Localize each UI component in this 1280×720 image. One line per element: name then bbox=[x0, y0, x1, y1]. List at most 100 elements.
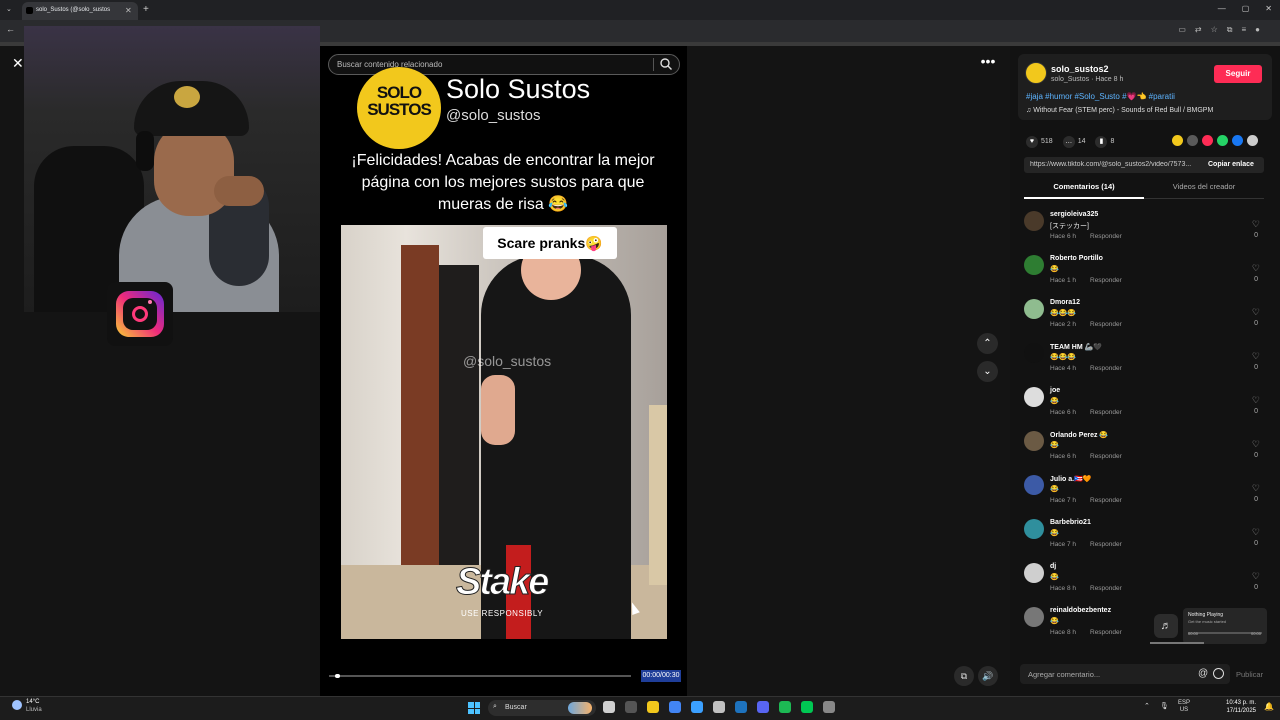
comment-avatar[interactable] bbox=[1024, 299, 1044, 319]
window-close-button[interactable]: ✕ bbox=[1265, 4, 1272, 13]
search-icon[interactable] bbox=[659, 57, 673, 71]
taskbar-app-icon[interactable] bbox=[735, 701, 747, 713]
comment-avatar[interactable] bbox=[1024, 563, 1044, 583]
tab-close-icon[interactable]: ✕ bbox=[125, 6, 132, 15]
comment-avatar[interactable] bbox=[1024, 387, 1044, 407]
taskbar-app-icon[interactable] bbox=[823, 701, 835, 713]
more-options-button[interactable]: ••• bbox=[976, 53, 1000, 73]
comment-like-icon[interactable]: ♡ bbox=[1252, 219, 1260, 230]
media-control-icon[interactable]: ≡ bbox=[1241, 25, 1246, 35]
comment-avatar[interactable] bbox=[1024, 255, 1044, 275]
video-frame[interactable]: Scare pranks🤪 @solo_sustos Stake USE RES… bbox=[341, 225, 667, 639]
taskbar-app-icon[interactable] bbox=[647, 701, 659, 713]
video-progress-knob[interactable] bbox=[335, 674, 341, 678]
like-stat[interactable]: ♥ 518 bbox=[1026, 136, 1053, 148]
comment-avatar[interactable] bbox=[1024, 519, 1044, 539]
notification-icon[interactable]: 🔔 bbox=[1264, 702, 1274, 711]
publish-button[interactable]: Publicar bbox=[1236, 670, 1263, 679]
author-name[interactable]: solo_sustos2 bbox=[1051, 64, 1109, 74]
music-note-icon[interactable]: ♬ bbox=[1154, 614, 1178, 638]
share-option-icon[interactable] bbox=[1202, 135, 1213, 146]
share-option-icon[interactable] bbox=[1232, 135, 1243, 146]
reply-button[interactable]: Responder bbox=[1090, 585, 1122, 592]
reply-button[interactable]: Responder bbox=[1090, 365, 1122, 372]
video-link[interactable]: https://www.tiktok.com/@solo_sustos2/vid… bbox=[1030, 161, 1200, 168]
emoji-icon[interactable] bbox=[1213, 668, 1224, 679]
comment-author[interactable]: Dmora12 bbox=[1050, 299, 1080, 306]
comment-stat[interactable]: … 14 bbox=[1062, 136, 1085, 148]
taskbar-app-icon[interactable] bbox=[713, 701, 725, 713]
picture-in-picture-button[interactable]: ⧉ bbox=[954, 666, 974, 686]
language-indicator[interactable]: ESP US bbox=[1178, 700, 1190, 714]
share-option-icon[interactable] bbox=[1187, 135, 1198, 146]
comment-author[interactable]: TEAM HM 🦾🖤 bbox=[1050, 343, 1102, 351]
comment-avatar[interactable] bbox=[1024, 475, 1044, 495]
close-viewer-button[interactable]: ✕ bbox=[12, 55, 24, 72]
comment-author[interactable]: Orlando Perez 😂 bbox=[1050, 431, 1108, 439]
minimize-button[interactable]: — bbox=[1218, 4, 1226, 13]
comment-author[interactable]: Roberto Portillo bbox=[1050, 255, 1103, 262]
share-option-icon[interactable] bbox=[1217, 135, 1228, 146]
comment-like-icon[interactable]: ♡ bbox=[1252, 439, 1260, 450]
comment-avatar[interactable] bbox=[1024, 343, 1044, 363]
tab-comments[interactable]: Comentarios (14) bbox=[1024, 182, 1144, 199]
reply-button[interactable]: Responder bbox=[1090, 541, 1122, 548]
maximize-button[interactable]: ▢ bbox=[1242, 4, 1250, 13]
comment-like-icon[interactable]: ♡ bbox=[1252, 395, 1260, 406]
reply-button[interactable]: Responder bbox=[1090, 233, 1122, 240]
browser-tab[interactable]: solo_Sustos (@solo_sustos bbox=[22, 2, 138, 20]
comment-author[interactable]: Julio a.🇵🇷🧡 bbox=[1050, 475, 1092, 483]
comment-like-icon[interactable]: ♡ bbox=[1252, 263, 1260, 274]
comment-like-icon[interactable]: ♡ bbox=[1252, 351, 1260, 362]
share-option-icon[interactable] bbox=[1172, 135, 1183, 146]
taskbar-app-icon[interactable] bbox=[669, 701, 681, 713]
next-video-button[interactable]: ⌄ bbox=[977, 361, 998, 382]
comment-like-icon[interactable]: ♡ bbox=[1252, 483, 1260, 494]
reply-button[interactable]: Responder bbox=[1090, 321, 1122, 328]
extensions-icon[interactable]: ⧉ bbox=[1227, 25, 1233, 35]
tray-chevron-icon[interactable]: ⌃ bbox=[1144, 702, 1150, 710]
taskbar-app-icon[interactable] bbox=[691, 701, 703, 713]
previous-video-button[interactable]: ⌃ bbox=[977, 333, 998, 354]
comment-author[interactable]: sergioleiva325 bbox=[1050, 211, 1098, 218]
volume-button[interactable]: 🔊 bbox=[978, 666, 998, 686]
clock[interactable]: 10:43 p. m. 17/11/2025 bbox=[1226, 699, 1256, 715]
comment-author[interactable]: dj bbox=[1050, 563, 1056, 570]
back-icon[interactable]: ← bbox=[6, 24, 15, 34]
taskbar-app-icon[interactable] bbox=[779, 701, 791, 713]
tab-search-icon[interactable]: ⌄ bbox=[6, 5, 12, 13]
post-hashtags[interactable]: #jaja #humor #Solo_Susto #💗👈 #paratii bbox=[1026, 92, 1175, 101]
copy-link-button[interactable]: Copiar enlace bbox=[1208, 161, 1254, 168]
comment-avatar[interactable] bbox=[1024, 607, 1044, 627]
comment-author[interactable]: Barbebrio21 bbox=[1050, 519, 1091, 526]
post-music[interactable]: ♫ Without Fear (STEM perc) - Sounds of R… bbox=[1026, 107, 1213, 114]
reply-button[interactable]: Responder bbox=[1090, 409, 1122, 416]
reply-button[interactable]: Responder bbox=[1090, 497, 1122, 504]
follow-button[interactable]: Seguir bbox=[1214, 65, 1262, 83]
comment-like-icon[interactable]: ♡ bbox=[1252, 571, 1260, 582]
weather-icon[interactable] bbox=[12, 700, 22, 710]
reply-button[interactable]: Responder bbox=[1090, 277, 1122, 284]
author-avatar[interactable] bbox=[1025, 62, 1047, 84]
translate-icon[interactable]: ⇄ bbox=[1195, 25, 1202, 35]
profile-icon[interactable]: ● bbox=[1255, 25, 1260, 35]
tab-creator-videos[interactable]: Videos del creador bbox=[1144, 182, 1264, 199]
comment-avatar[interactable] bbox=[1024, 431, 1044, 451]
reply-button[interactable]: Responder bbox=[1090, 453, 1122, 460]
new-tab-button[interactable]: + bbox=[143, 4, 149, 15]
comment-author[interactable]: joe bbox=[1050, 387, 1060, 394]
save-stat[interactable]: ▮ 8 bbox=[1095, 136, 1114, 148]
comment-like-icon[interactable]: ♡ bbox=[1252, 307, 1260, 318]
cast-icon[interactable]: ▭ bbox=[1178, 25, 1186, 35]
taskbar-app-icon[interactable] bbox=[757, 701, 769, 713]
video-progress-bar[interactable] bbox=[329, 675, 631, 677]
mention-icon[interactable]: @ bbox=[1198, 668, 1208, 679]
taskbar-app-icon[interactable] bbox=[625, 701, 637, 713]
reply-button[interactable]: Responder bbox=[1090, 629, 1122, 636]
comment-avatar[interactable] bbox=[1024, 211, 1044, 231]
windows-start-icon[interactable] bbox=[468, 702, 480, 714]
taskbar-app-icon[interactable] bbox=[603, 701, 615, 713]
bookmark-star-icon[interactable]: ☆ bbox=[1211, 25, 1218, 35]
comment-author[interactable]: reinaldobezbentez bbox=[1050, 607, 1111, 614]
share-option-icon[interactable] bbox=[1247, 135, 1258, 146]
